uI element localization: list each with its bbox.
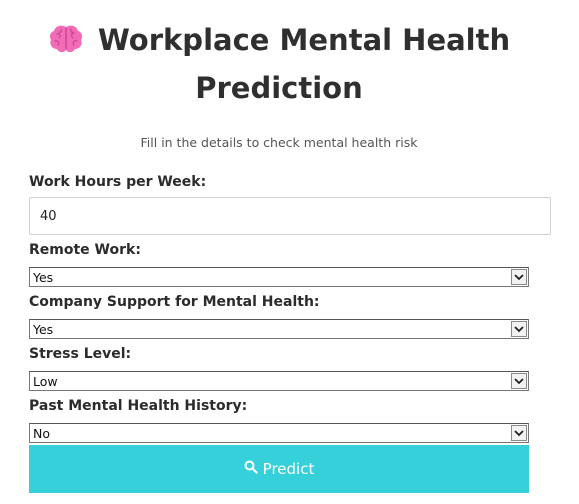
remote-work-select[interactable]: Yes (29, 267, 529, 287)
brain-icon (48, 22, 84, 66)
past-history-select[interactable]: No (29, 423, 529, 443)
title-text: Workplace Mental Health Prediction (97, 23, 511, 105)
prediction-form-container: Workplace Mental Health Prediction Fill … (29, 18, 551, 493)
remote-work-selected-value: Yes (33, 270, 54, 285)
search-icon (244, 460, 258, 478)
page-subtitle: Fill in the details to check mental heal… (140, 135, 418, 150)
predict-button-label: Predict (262, 460, 315, 478)
chevron-down-icon[interactable] (511, 269, 527, 285)
work-hours-label: Work Hours per Week: (29, 174, 207, 190)
company-support-selected-value: Yes (33, 322, 54, 337)
chevron-down-icon[interactable] (511, 321, 527, 337)
stress-level-selected-value: Low (33, 374, 58, 389)
stress-level-select[interactable]: Low (29, 371, 529, 391)
page-title: Workplace Mental Health Prediction (29, 18, 529, 110)
company-support-select[interactable]: Yes (29, 319, 529, 339)
past-history-selected-value: No (33, 426, 50, 441)
company-support-label: Company Support for Mental Health: (29, 294, 320, 310)
stress-level-label: Stress Level: (29, 346, 132, 362)
chevron-down-icon[interactable] (511, 425, 527, 441)
predict-button[interactable]: Predict (29, 445, 529, 493)
work-hours-input[interactable] (29, 197, 551, 235)
past-history-label: Past Mental Health History: (29, 398, 248, 414)
remote-work-label: Remote Work: (29, 242, 141, 258)
chevron-down-icon[interactable] (511, 373, 527, 389)
